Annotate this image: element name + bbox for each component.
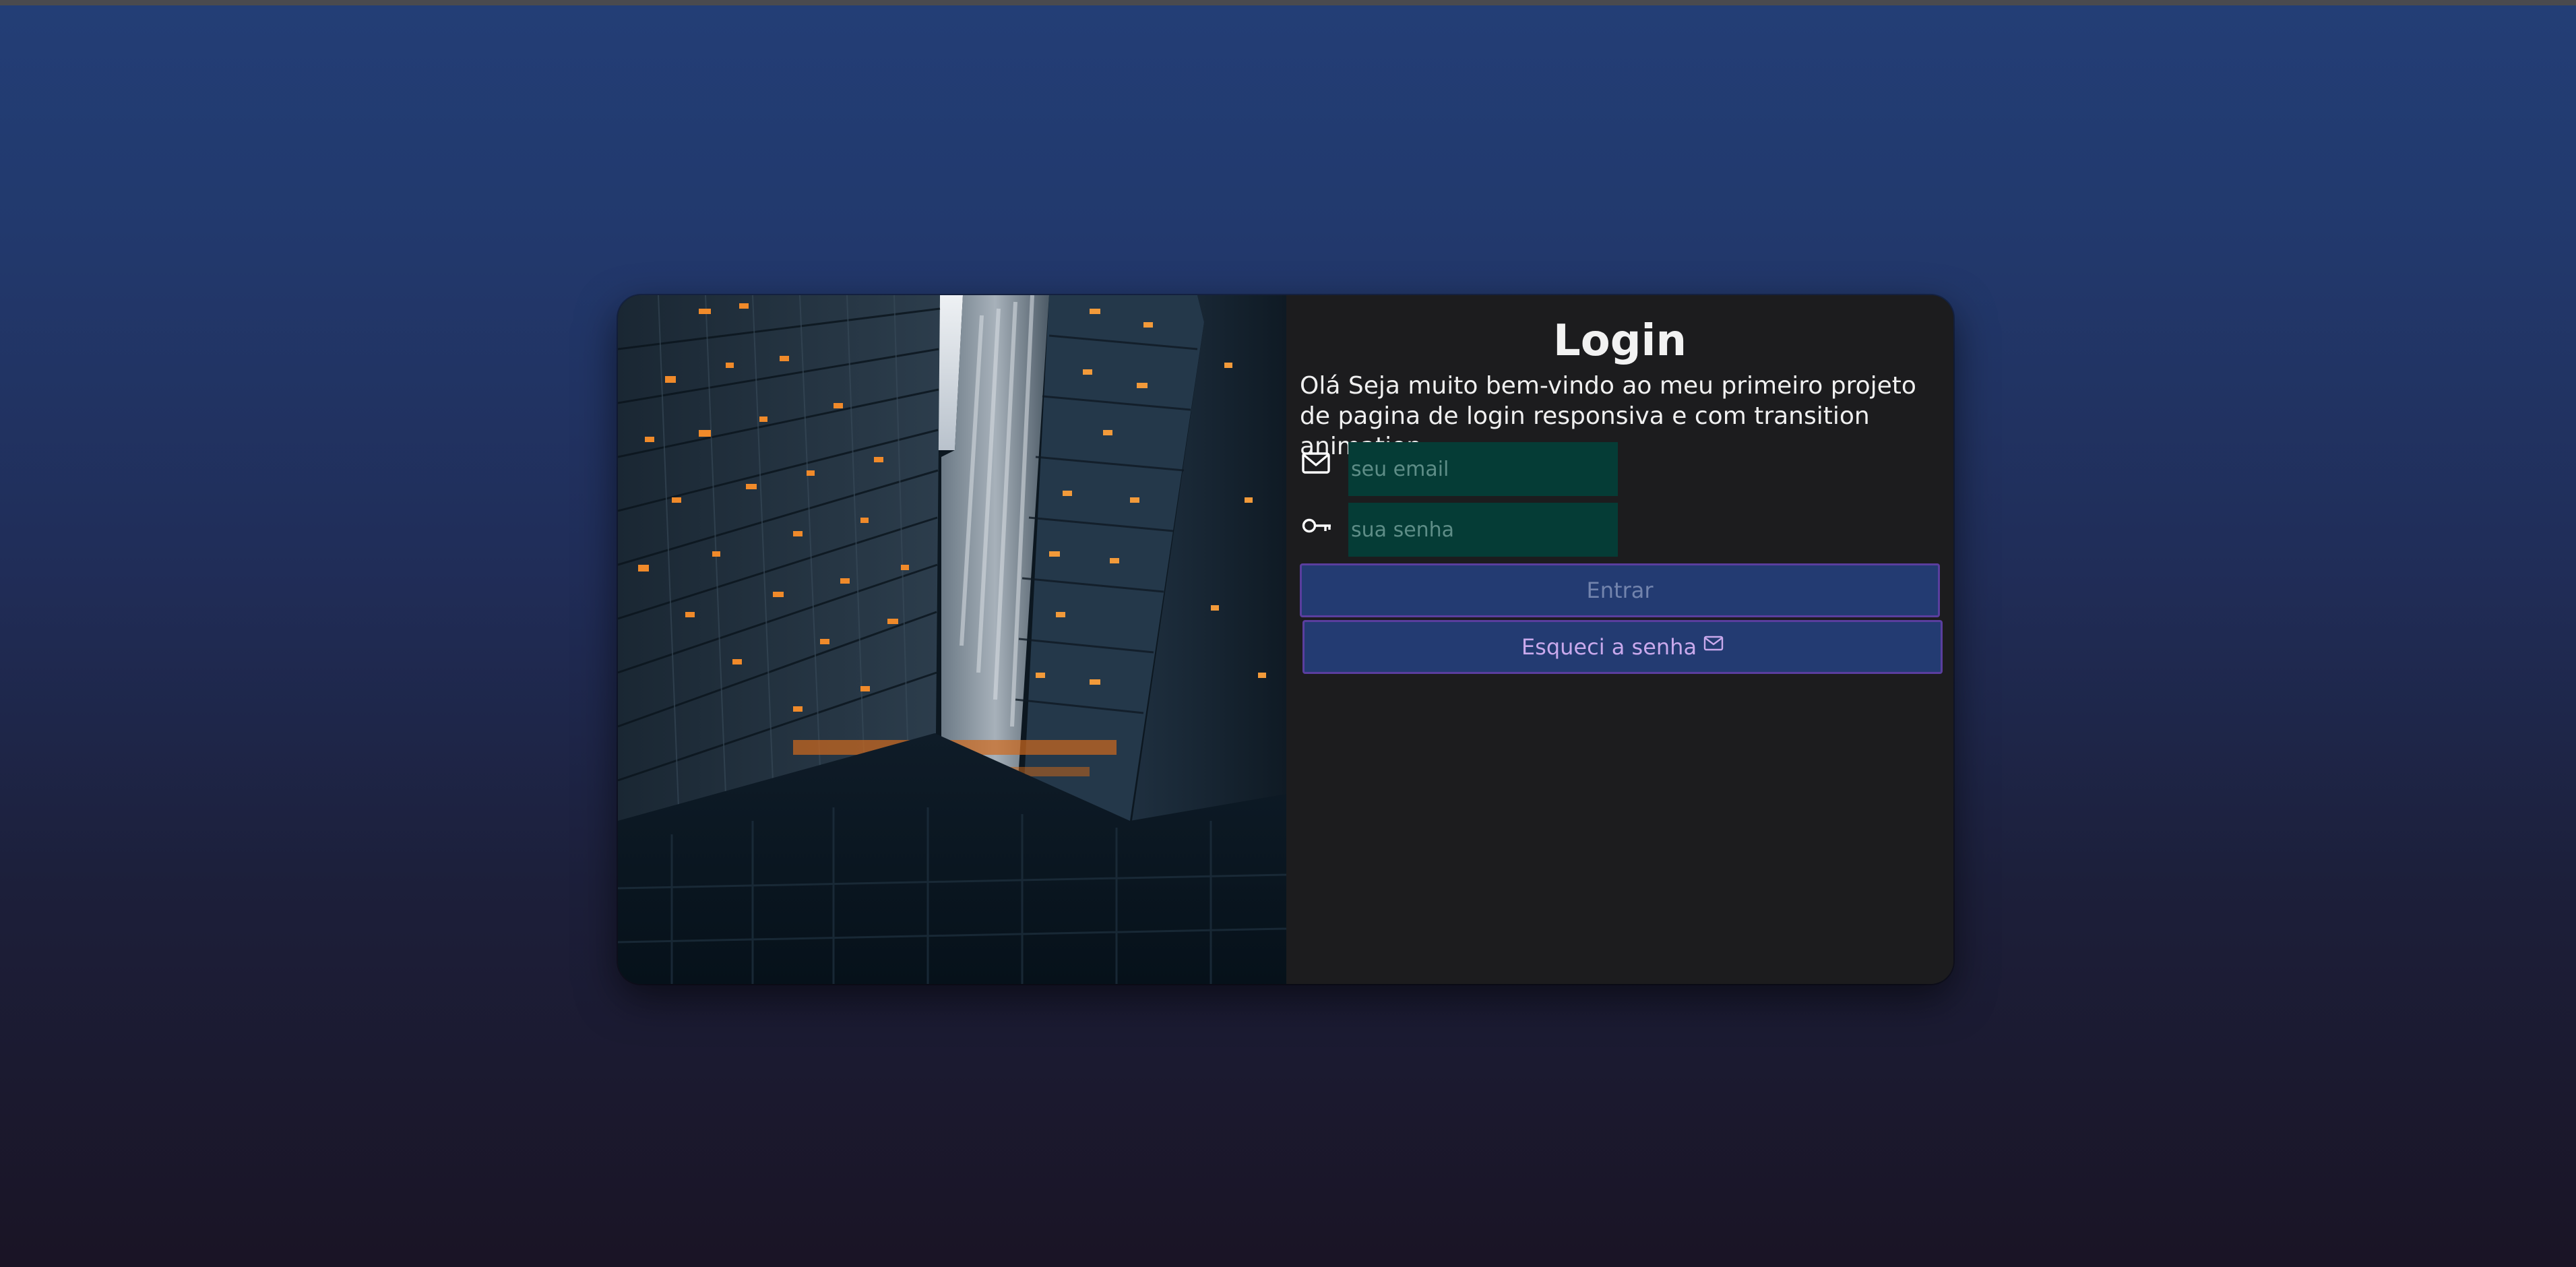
forgot-password-button[interactable]: Esqueci a senha: [1302, 620, 1943, 674]
city-buildings-image: [618, 295, 1286, 984]
login-card: Login Olá Seja muito bem-vindo ao meu pr…: [618, 295, 1953, 984]
email-input[interactable]: [1348, 442, 1618, 496]
envelope-icon: [1703, 635, 1724, 652]
key-icon: [1301, 511, 1331, 540]
forgot-password-label: Esqueci a senha: [1521, 634, 1697, 660]
envelope-icon: [1301, 449, 1331, 478]
browser-top-strip: [0, 0, 2576, 5]
login-panel: Login Olá Seja muito bem-vindo ao meu pr…: [1286, 295, 1953, 984]
login-title: Login: [1552, 316, 1687, 366]
login-button[interactable]: Entrar: [1300, 563, 1940, 617]
password-input[interactable]: [1348, 503, 1618, 557]
